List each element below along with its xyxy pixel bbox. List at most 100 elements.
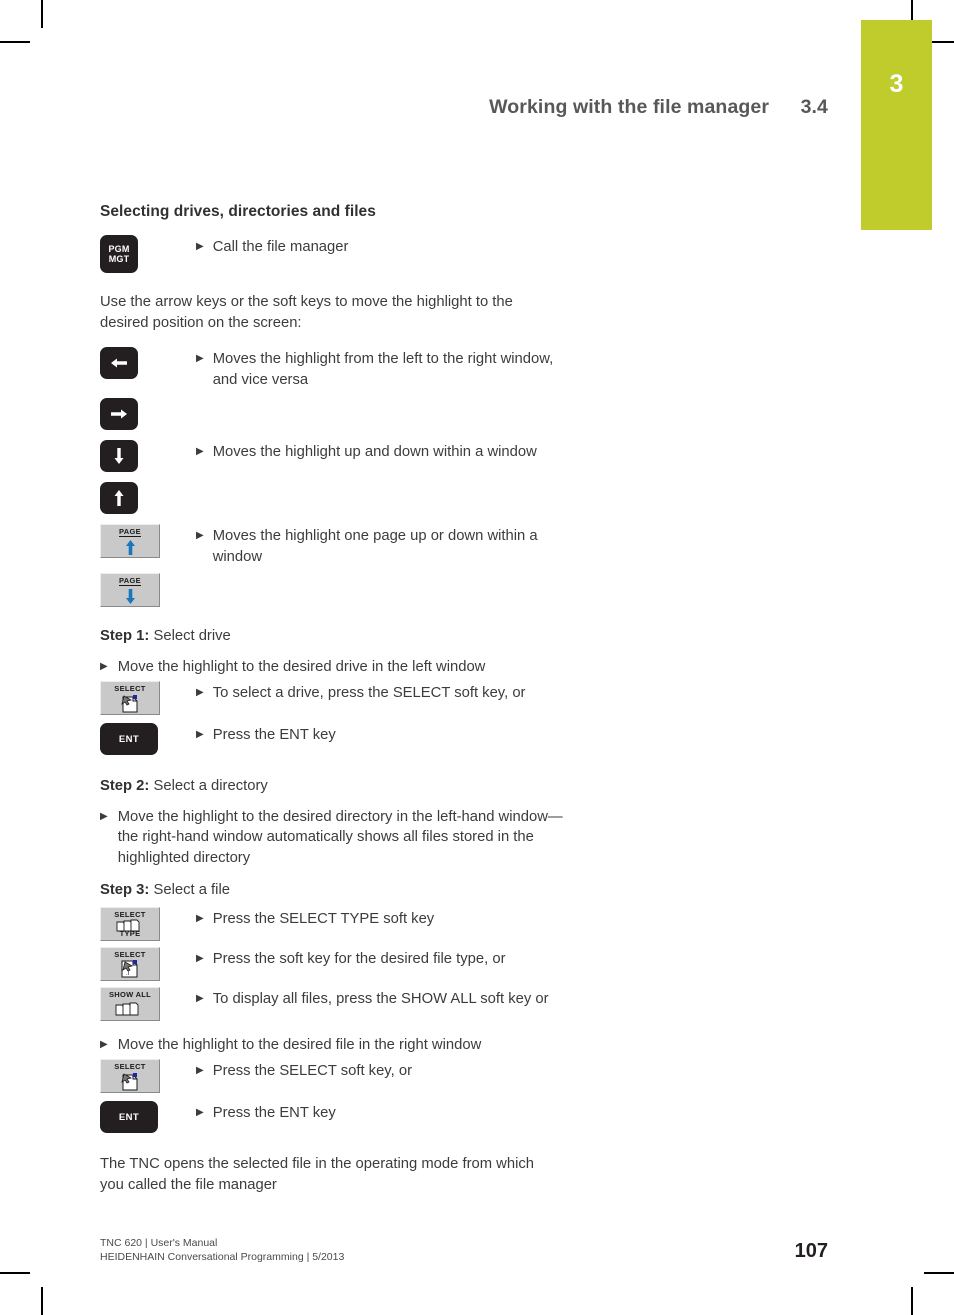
step3-title: Select a file [153, 882, 230, 898]
page-up-icon-wrap [101, 537, 159, 557]
select-softkey[interactable]: SELECT [100, 681, 160, 715]
stacked-pages-icon [115, 1002, 139, 1016]
step3-bullet-text: Move the highlight to the desired file i… [117, 1036, 482, 1053]
instruction-text-block: ▶ Press the ENT key [196, 723, 336, 746]
bullet-triangle-icon: ▶ [196, 952, 204, 964]
bullet-triangle-icon: ▶ [196, 729, 204, 740]
arrow-down-icon [114, 448, 124, 464]
row-show-all: SHOW ALL ▶ To display all files, press t… [100, 986, 800, 1021]
page-content: Selecting drives, directories and files … [100, 203, 800, 1195]
bullet-triangle-icon: ▶ [196, 241, 204, 252]
instruction-text-block: ▶ To display all files, press the SHOW A… [196, 987, 549, 1010]
key-column: SHOW ALL [100, 986, 196, 1021]
page-up-softkey[interactable]: PAGE [100, 524, 160, 558]
select-label: SELECT [114, 1062, 146, 1071]
select-type-label: SELECT [114, 909, 146, 919]
instruction-text: Press the SELECT soft key, or [212, 1063, 412, 1079]
key-column: PAGE [100, 524, 196, 558]
page-down-label: PAGE [119, 576, 141, 586]
instruction-text-block: ▶ Moves the highlight from the left to t… [196, 347, 556, 390]
row-arrow-up [100, 482, 800, 516]
row-step3-select: SELECT ▶ Press the SELECT soft key, or [100, 1059, 800, 1093]
pgm-mgt-line1: PGM [108, 243, 130, 254]
step2-title: Select a directory [153, 778, 268, 794]
page-title: Selecting drives, directories and files [100, 203, 376, 220]
key-column [100, 347, 196, 379]
key-column: PAGE [100, 573, 196, 607]
select-file-type-softkey[interactable]: SELECT .I [100, 946, 160, 981]
bullet-triangle-icon: ▶ [196, 1107, 204, 1118]
ent-label: ENT [118, 1111, 140, 1123]
instruction-text: Press the SELECT TYPE soft key [212, 910, 435, 927]
footer-line-1: TNC 620 | User's Manual [100, 1237, 218, 1249]
row-call-file-manager: PGM MGT ▶ Call the file manager [100, 235, 800, 273]
row-step1-select: SELECT ▶ To select a drive, press the SE… [100, 681, 800, 715]
select-page-icon [121, 1072, 138, 1090]
select-type-softkey[interactable]: SELECT TYPE [100, 906, 160, 941]
arrow-up-icon [114, 490, 124, 506]
crop-mark-bottom-left-vertical [41, 1287, 43, 1315]
page-up-icon [125, 539, 135, 555]
arrow-down-key[interactable] [100, 440, 138, 472]
show-all-pages-icon-wrap [101, 999, 159, 1020]
select-file-type-icon: .I [121, 960, 138, 978]
instruction-text: To select a drive, press the SELECT soft… [212, 685, 526, 701]
instruction-text: Press the soft key for the desired file … [212, 950, 506, 967]
instruction-text: Moves the highlight from the left to the… [212, 351, 554, 388]
running-header: Working with the file manager 3.4 [100, 96, 828, 119]
pgm-mgt-key[interactable]: PGM MGT [100, 235, 138, 273]
select-softkey[interactable]: SELECT [100, 1059, 160, 1093]
step1-heading: Step 1: Select drive [100, 626, 542, 647]
instruction-text: Press the ENT key [212, 727, 336, 743]
manual-page: 3 Working with the file manager 3.4 Sele… [0, 0, 954, 1315]
ent-key[interactable]: ENT [100, 723, 158, 755]
row-page-up: PAGE ▶ Moves the highlight one page up o… [100, 524, 800, 567]
row-step3-ent: ENT ▶ Press the ENT key [100, 1101, 800, 1135]
instruction-text-block: ▶ Call the file manager [196, 235, 348, 258]
page-number: 107 [794, 1240, 828, 1262]
page-down-icon [125, 588, 135, 604]
show-all-softkey[interactable]: SHOW ALL [100, 986, 160, 1021]
key-column: SELECT TYPE [100, 906, 196, 941]
row-file-type: SELECT .I ▶ Press the soft key for the d… [100, 946, 800, 981]
row-arrow-left: ▶ Moves the highlight from the left to t… [100, 347, 800, 390]
chapter-tab: 3 [861, 20, 932, 230]
arrow-left-icon [111, 358, 127, 368]
key-column [100, 398, 196, 430]
show-all-label: SHOW ALL [108, 989, 152, 999]
bullet-triangle-icon: ▶ [100, 660, 108, 672]
step2-bullet-row: ▶ Move the highlight to the desired dire… [100, 807, 570, 869]
arrow-up-key[interactable] [100, 482, 138, 514]
bullet-triangle-icon: ▶ [196, 912, 204, 924]
arrow-right-key[interactable] [100, 398, 138, 430]
step3-label: Step 3: [100, 882, 150, 898]
footer-line-2: HEIDENHAIN Conversational Programming | … [100, 1251, 345, 1263]
intro-paragraph: Use the arrow keys or the soft keys to m… [100, 294, 513, 331]
key-column: SELECT [100, 681, 196, 715]
key-column: ENT [100, 723, 196, 755]
svg-text:.I: .I [126, 971, 130, 977]
chapter-number: 3 [889, 70, 904, 98]
key-column: SELECT [100, 1059, 196, 1093]
ent-key[interactable]: ENT [100, 1101, 158, 1133]
bullet-triangle-icon: ▶ [196, 992, 204, 1004]
step1-label: Step 1: [100, 628, 150, 644]
step1-title: Select drive [153, 628, 231, 644]
step2-bullet-text: Move the highlight to the desired direct… [117, 808, 563, 866]
crop-mark-top-left-vertical [41, 0, 43, 28]
step3-bullet-row: ▶ Move the highlight to the desired file… [100, 1035, 570, 1056]
key-column: ENT [100, 1101, 196, 1133]
page-down-softkey[interactable]: PAGE [100, 573, 160, 607]
step2-label: Step 2: [100, 778, 150, 794]
bullet-triangle-icon: ▶ [196, 530, 204, 541]
page-down-icon-wrap [101, 586, 159, 606]
row-page-down: PAGE [100, 573, 800, 607]
instruction-text-block: ▶ Moves the highlight up and down within… [196, 440, 537, 463]
row-select-type: SELECT TYPE ▶ Press the SELECT TYPE soft… [100, 906, 800, 941]
bullet-triangle-icon: ▶ [100, 810, 108, 822]
select-page-icon-wrap [101, 693, 159, 714]
instruction-text: Call the file manager [212, 239, 349, 255]
instruction-text: Moves the highlight one page up or down … [212, 528, 538, 565]
arrow-left-key[interactable] [100, 347, 138, 379]
instruction-text-block: ▶ Press the SELECT soft key, or [196, 1059, 412, 1082]
